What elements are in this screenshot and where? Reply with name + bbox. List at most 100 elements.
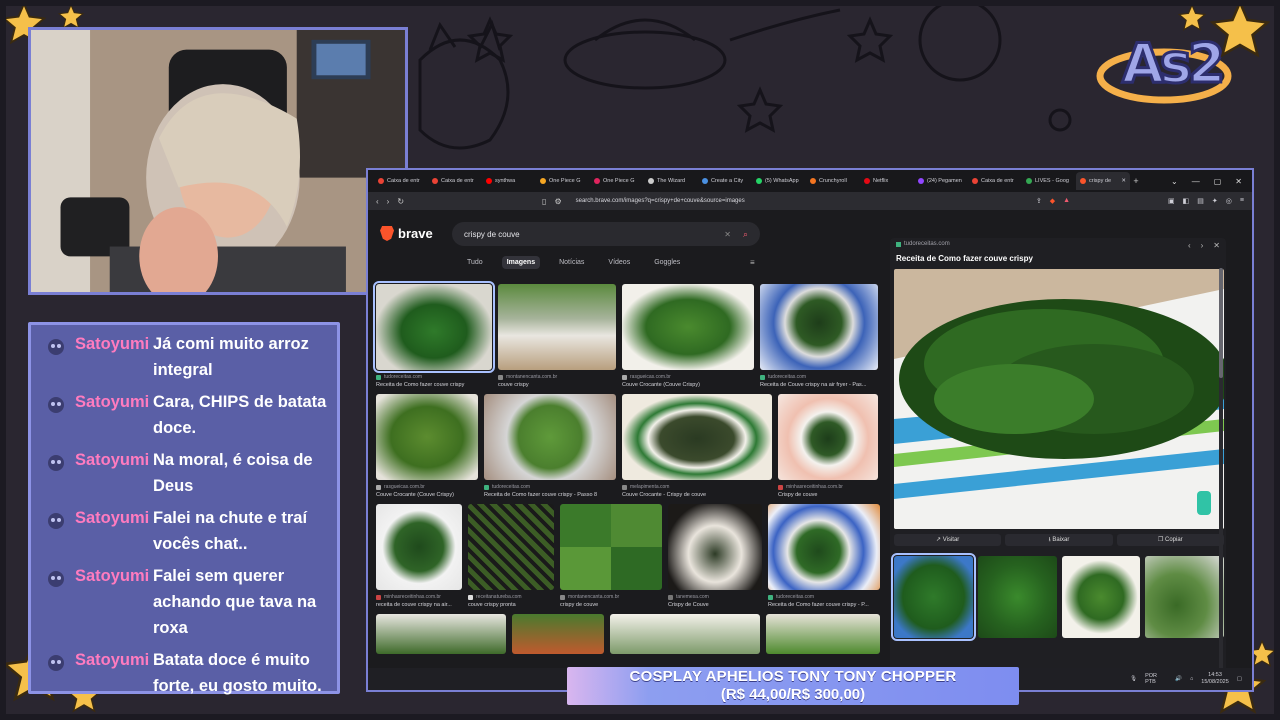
tab-videos[interactable]: Vídeos bbox=[603, 256, 635, 269]
volume-icon[interactable]: 🔊 bbox=[1175, 676, 1182, 682]
image-result[interactable]: tudoreceitas.com Receita de Couve crispy… bbox=[760, 284, 878, 388]
reload-icon[interactable]: ↻ bbox=[397, 197, 404, 206]
result-caption[interactable]: crispy de couve bbox=[560, 602, 662, 608]
close-window-icon[interactable]: ✕ bbox=[1235, 177, 1242, 186]
result-thumbnail[interactable] bbox=[484, 394, 616, 480]
related-image[interactable] bbox=[891, 553, 976, 641]
image-result[interactable]: tudoreceitas.com Receita de Como fazer c… bbox=[373, 281, 495, 388]
image-result[interactable] bbox=[376, 614, 506, 654]
image-result[interactable]: rasgueicas.com.br Couve Crocante (Couve … bbox=[622, 284, 754, 388]
browser-tab[interactable]: Caixa de entr bbox=[968, 172, 1022, 190]
browser-tab[interactable]: Create a City bbox=[698, 172, 752, 190]
result-caption[interactable]: receita de couve crispy na air... bbox=[376, 602, 462, 608]
result-thumbnail[interactable] bbox=[766, 614, 880, 654]
image-result[interactable]: receitanatureba.com couve crispy pronta bbox=[468, 504, 554, 608]
browser-tab[interactable]: synthwa bbox=[482, 172, 536, 190]
site-info-icon[interactable]: ⚙ bbox=[554, 197, 561, 206]
tab-noticias[interactable]: Notícias bbox=[554, 256, 589, 269]
image-result[interactable] bbox=[766, 614, 880, 654]
result-caption[interactable]: Receita de Como fazer couve crispy bbox=[376, 382, 492, 388]
browser-tab-active[interactable]: crispy de ✕ bbox=[1076, 172, 1130, 190]
result-thumbnail[interactable] bbox=[498, 284, 616, 370]
image-result[interactable] bbox=[610, 614, 760, 654]
microphone-icon[interactable]: 🎙 bbox=[1130, 676, 1137, 682]
forward-icon[interactable]: › bbox=[387, 197, 390, 206]
result-thumbnail[interactable] bbox=[610, 614, 760, 654]
chat-username[interactable]: Satoyumi bbox=[67, 505, 153, 557]
result-thumbnail[interactable] bbox=[778, 394, 878, 480]
scrollbar-thumb[interactable] bbox=[1219, 268, 1223, 378]
preview-source[interactable]: tudoreceitas.com bbox=[904, 241, 950, 247]
browser-tab[interactable]: Caixa de entr bbox=[428, 172, 482, 190]
menu-icon[interactable]: ≡ bbox=[1240, 197, 1244, 205]
image-result[interactable]: minhasreceitinhas.com.br Crispy de couve bbox=[778, 394, 878, 498]
notifications-icon[interactable]: ▢ bbox=[1237, 676, 1242, 682]
browser-tab[interactable]: Caixa de entr bbox=[374, 172, 428, 190]
result-thumbnail[interactable] bbox=[376, 614, 506, 654]
image-result[interactable]: tanemesa.com Crispy de Couve bbox=[668, 504, 762, 608]
system-clock[interactable]: 14:53 15/08/2025 bbox=[1201, 672, 1229, 686]
browser-tab[interactable]: Netflix bbox=[860, 172, 914, 190]
result-caption[interactable]: Receita de Como fazer couve crispy - P..… bbox=[768, 602, 880, 608]
network-icon[interactable]: ⌂ bbox=[1190, 676, 1193, 682]
result-thumbnail[interactable] bbox=[760, 284, 878, 370]
download-button[interactable]: ⭳ Baixar bbox=[1005, 534, 1113, 546]
clear-icon[interactable]: ✕ bbox=[724, 230, 731, 239]
browser-tab[interactable]: LIVES - Goog bbox=[1022, 172, 1076, 190]
browser-tab[interactable]: (24) Pegamen bbox=[914, 172, 968, 190]
image-result[interactable]: minhasreceitinhas.com.br receita de couv… bbox=[376, 504, 462, 608]
chat-username[interactable]: Satoyumi bbox=[67, 331, 153, 383]
tab-tudo[interactable]: Tudo bbox=[462, 256, 488, 269]
result-thumbnail[interactable] bbox=[373, 281, 495, 373]
image-result[interactable]: tudoreceitas.com Receita de Como fazer c… bbox=[768, 504, 880, 608]
result-thumbnail[interactable] bbox=[622, 284, 754, 370]
result-caption[interactable]: couve crispy pronta bbox=[468, 602, 554, 608]
image-result[interactable]: montanencanta.com.br couve crispy bbox=[498, 284, 616, 388]
image-result[interactable]: melapimenta.com Couve Crocante - Crispy … bbox=[622, 394, 772, 498]
chat-username[interactable]: Satoyumi bbox=[67, 389, 153, 441]
new-tab-icon[interactable]: + bbox=[1130, 176, 1142, 186]
vpn-icon[interactable]: ◎ bbox=[1226, 197, 1232, 205]
preview-scrollbar[interactable] bbox=[1219, 268, 1223, 688]
result-thumbnail[interactable] bbox=[560, 504, 662, 590]
close-preview-icon[interactable]: ✕ bbox=[1213, 241, 1220, 250]
tab-goggles[interactable]: Goggles bbox=[649, 256, 685, 269]
result-caption[interactable]: Crispy de Couve bbox=[668, 602, 762, 608]
keyboard-language[interactable]: POR PTB bbox=[1145, 673, 1167, 685]
preview-title[interactable]: Receita de Como fazer couve crispy bbox=[896, 254, 1033, 263]
copy-button[interactable]: ❐ Copiar bbox=[1116, 534, 1224, 546]
back-icon[interactable]: ‹ bbox=[376, 197, 379, 206]
result-caption[interactable]: Crispy de couve bbox=[778, 492, 878, 498]
browser-tab[interactable]: One Piece G bbox=[536, 172, 590, 190]
chat-username[interactable]: Satoyumi bbox=[67, 647, 153, 699]
related-image[interactable] bbox=[1061, 556, 1141, 638]
brave-logo[interactable]: brave bbox=[380, 226, 433, 241]
wallet-icon[interactable]: ▤ bbox=[1197, 197, 1204, 205]
image-result[interactable] bbox=[512, 614, 604, 654]
url-field[interactable]: search.brave.com/images?q=crispy+de+couv… bbox=[570, 195, 1028, 207]
browser-tab[interactable]: One Piece G bbox=[590, 172, 644, 190]
result-caption[interactable]: Receita de Como fazer couve crispy - Pas… bbox=[484, 492, 616, 498]
result-thumbnail[interactable] bbox=[376, 394, 478, 480]
browser-tab[interactable]: (5) WhatsApp bbox=[752, 172, 806, 190]
brave-shields-icon[interactable]: ◆ bbox=[1050, 197, 1055, 205]
minimize-icon[interactable]: — bbox=[1192, 177, 1200, 186]
close-tab-icon[interactable]: ✕ bbox=[1121, 178, 1126, 184]
result-thumbnail[interactable] bbox=[468, 504, 554, 590]
share-icon[interactable]: ⇪ bbox=[1036, 197, 1042, 205]
tab-imagens[interactable]: Imagens bbox=[501, 256, 541, 269]
result-caption[interactable]: Couve Crocante - Crispy de couve bbox=[622, 492, 772, 498]
browser-tab[interactable]: The Wizard bbox=[644, 172, 698, 190]
chat-username[interactable]: Satoyumi bbox=[67, 563, 153, 641]
preview-image[interactable] bbox=[894, 269, 1224, 529]
puzzle-icon[interactable]: ✦ bbox=[1212, 197, 1218, 205]
next-icon[interactable]: › bbox=[1201, 241, 1204, 250]
filter-options-icon[interactable]: ≡ bbox=[750, 258, 755, 267]
browser-tab[interactable]: Crunchyroll bbox=[806, 172, 860, 190]
bookmark-icon[interactable]: ▯ bbox=[542, 197, 546, 206]
previous-icon[interactable]: ‹ bbox=[1188, 241, 1191, 250]
result-caption[interactable]: Receita de Couve crispy na air fryer - P… bbox=[760, 382, 878, 388]
maximize-icon[interactable]: ▢ bbox=[1214, 177, 1222, 186]
search-icon[interactable]: ⌕ bbox=[743, 229, 748, 240]
sidebar-icon[interactable]: ▣ bbox=[1168, 197, 1175, 205]
